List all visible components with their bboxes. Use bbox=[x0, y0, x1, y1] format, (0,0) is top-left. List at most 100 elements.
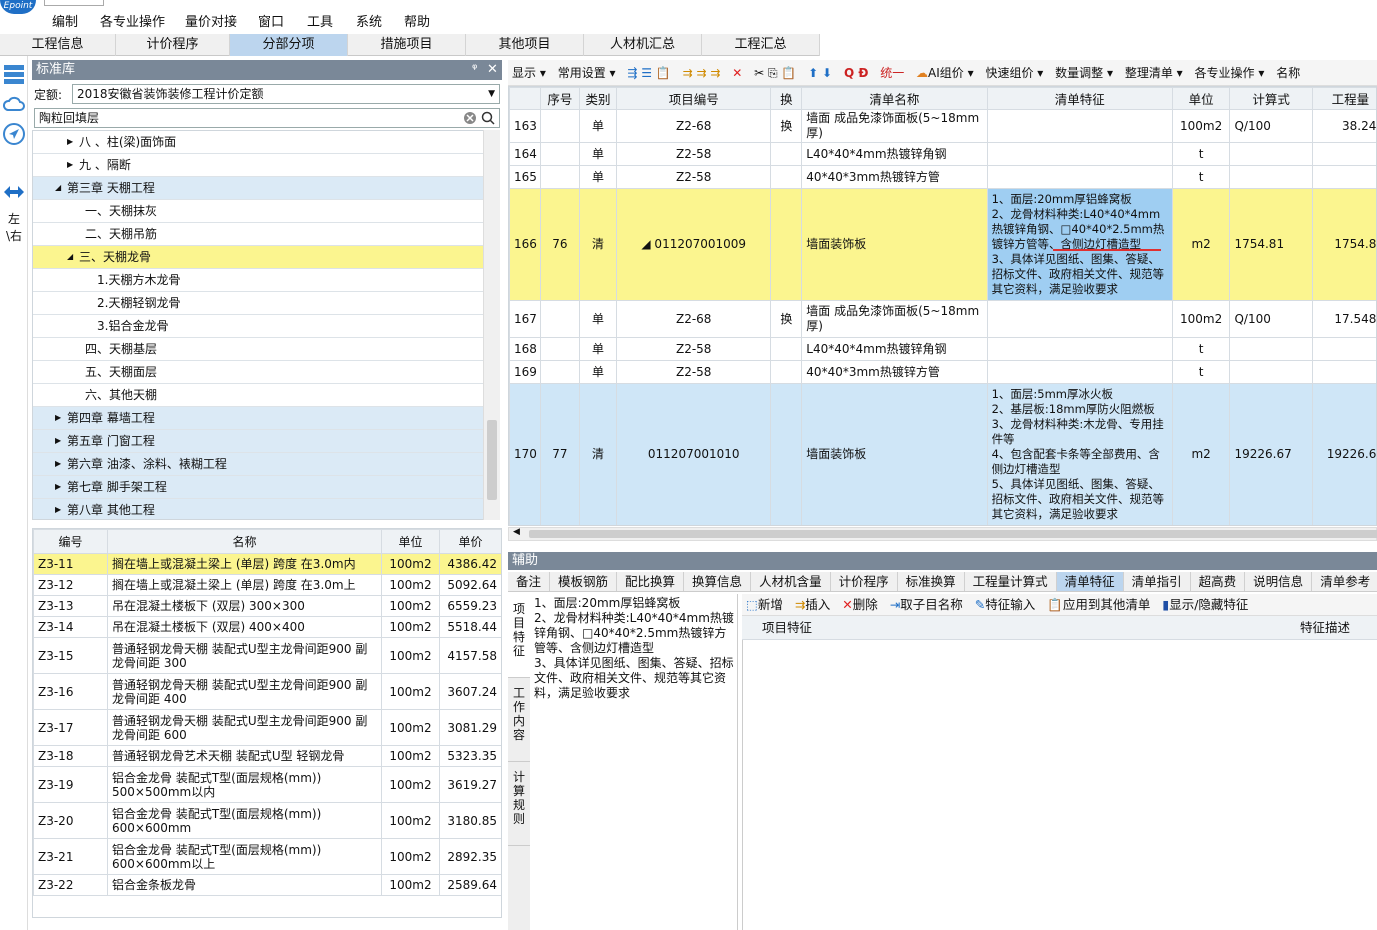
menu-6[interactable]: 帮助 bbox=[404, 14, 430, 32]
col-header[interactable]: 单价 bbox=[439, 529, 501, 554]
table-row[interactable]: Z3-22 铝合金条板龙骨 100m2 2589.64 bbox=[33, 874, 501, 896]
ai-pricing-menu[interactable]: ☁AI组价 ▾ bbox=[912, 60, 978, 85]
scroll-thumb[interactable] bbox=[529, 530, 1377, 538]
delete-icon[interactable]: ✕ bbox=[728, 60, 746, 85]
apply-other-button[interactable]: 📋应用到其他清单 bbox=[1043, 594, 1154, 616]
table-row[interactable]: 170 77 清 011207001010 墙面装饰板 1、面层:5mm厚冰火板 2、基层… bbox=[509, 383, 1376, 525]
aux-tab-8[interactable]: 清单特征 bbox=[1056, 572, 1124, 591]
tree-node[interactable]: ▶ 九 、隔断 bbox=[33, 154, 483, 177]
table-row[interactable]: Z3-14 吊在混凝土楼板下 (双层) 400×400 100m2 5518.44 bbox=[33, 616, 501, 638]
scroll-thumb[interactable] bbox=[487, 420, 497, 500]
feature-text[interactable]: 1、面层:20mm厚铝蜂窝板 2、龙骨材料种类:L40*40*4mm热镀锌角钢、… bbox=[532, 594, 738, 930]
tree-scrollbar[interactable] bbox=[483, 130, 500, 520]
vtab-2[interactable]: 计算规则 bbox=[508, 762, 530, 846]
search-input[interactable]: 陶粒回填层 bbox=[34, 108, 500, 128]
menu-2[interactable]: 量价对接 bbox=[185, 14, 237, 32]
expand-arrow-icon[interactable]: ▶ bbox=[55, 453, 61, 475]
col-header[interactable]: 清单特征 bbox=[986, 87, 1173, 110]
aux-tab-2[interactable]: 配比换算 bbox=[617, 572, 685, 591]
pin-icon[interactable]: ᵠ bbox=[472, 60, 477, 80]
format-icons[interactable]: ⇶ ☰ 📋 bbox=[623, 60, 674, 85]
menu-4[interactable]: 工具 bbox=[307, 14, 333, 32]
clear-icon[interactable] bbox=[463, 111, 477, 125]
tree-node[interactable]: 四、天棚基层 bbox=[33, 338, 483, 361]
scroll-left-icon[interactable]: ◀ bbox=[513, 527, 520, 537]
aux-tab-3[interactable]: 换算信息 bbox=[684, 572, 752, 591]
name-menu[interactable]: 名称 bbox=[1272, 60, 1304, 85]
left-right-arrow-icon[interactable] bbox=[2, 180, 26, 204]
aux-tab-0[interactable]: 备注 bbox=[508, 572, 551, 591]
tree-node[interactable]: 五、天棚面层 bbox=[33, 361, 483, 384]
vtab-1[interactable]: 工作内容 bbox=[508, 678, 530, 762]
tree-node[interactable]: 六、其他天棚 bbox=[33, 384, 483, 407]
table-row[interactable]: Z3-16 普通轻钢龙骨天棚 装配式U型主龙骨间距900 副龙骨间距 400 100… bbox=[33, 673, 501, 710]
tree-node[interactable]: 1.天棚方木龙骨 bbox=[33, 269, 483, 292]
unify-button[interactable]: 统一 bbox=[876, 60, 908, 85]
aux-tab-7[interactable]: 工程量计算式 bbox=[965, 572, 1057, 591]
tree-node[interactable]: ▶ 第八章 其他工程 bbox=[33, 499, 483, 519]
tree-node[interactable]: ◢ 第三章 天棚工程 bbox=[33, 177, 483, 200]
col-header[interactable]: 单位 bbox=[381, 529, 440, 554]
aux-tab-6[interactable]: 标准换算 bbox=[898, 572, 965, 591]
insert-icons[interactable]: ⇉ ⇉ ⇉ bbox=[679, 60, 725, 85]
left-right-label[interactable]: 左\右 bbox=[0, 210, 28, 244]
table-row[interactable]: 165 单Z2-58 40*40*3mm热镀锌方管 t 0 bbox=[509, 165, 1376, 189]
aux-tab-11[interactable]: 说明信息 bbox=[1245, 572, 1313, 591]
col-header[interactable]: 编号 bbox=[33, 529, 108, 554]
aux-tab-4[interactable]: 人材机含量 bbox=[751, 572, 831, 591]
tree-node[interactable]: 2.天棚轻钢龙骨 bbox=[33, 292, 483, 315]
display-menu[interactable]: 显示 ▾ bbox=[508, 60, 550, 85]
delete-button[interactable]: ✕删除 bbox=[838, 594, 882, 616]
table-row[interactable]: Z3-18 普通轻钢龙骨艺术天棚 装配式U型 轻钢龙骨 100m2 5323.35 bbox=[33, 745, 501, 767]
table-row[interactable]: Z3-17 普通轻钢龙骨天棚 装配式U型主龙骨间距900 副龙骨间距 600 100… bbox=[33, 709, 501, 746]
aux-tab-10[interactable]: 超高费 bbox=[1191, 572, 1246, 591]
grid-hscrollbar[interactable]: ◀ bbox=[508, 527, 1377, 541]
dinge-select[interactable]: 2018安徽省装饰装修工程计价定额 ▼ bbox=[72, 84, 500, 104]
expand-arrow-icon[interactable]: ◢ bbox=[67, 246, 73, 268]
col-header[interactable]: 工程量 bbox=[1311, 87, 1376, 110]
insert-button[interactable]: ⇉插入 bbox=[791, 594, 835, 616]
cut-copy-paste-icons[interactable]: ✂ ⎘ 📋 bbox=[750, 60, 800, 85]
tree-node[interactable]: ▶ 第六章 油漆、涂料、裱糊工程 bbox=[33, 453, 483, 476]
col-header[interactable]: 类别 bbox=[578, 87, 618, 110]
quantity-adjust-menu[interactable]: 数量调整 ▾ bbox=[1051, 60, 1117, 85]
table-row[interactable]: 167 单 Z2-68 换墙面 成品免漆饰面板(5~18mm厚) 100m2 Q/100 1… bbox=[509, 300, 1376, 338]
aux-tab-12[interactable]: 清单参考 bbox=[1312, 572, 1377, 591]
table-row[interactable]: 169 单Z2-58 40*40*3mm热镀锌方管 t 0 bbox=[509, 360, 1376, 384]
menu-1[interactable]: 各专业操作 bbox=[100, 14, 165, 32]
code-icons[interactable]: Q Ɖ bbox=[840, 60, 872, 85]
tab-4[interactable]: 其他项目 bbox=[466, 34, 584, 56]
cloud-icon[interactable] bbox=[2, 92, 26, 116]
navigate-icon[interactable] bbox=[2, 122, 26, 146]
expand-arrow-icon[interactable]: ◢ bbox=[55, 177, 61, 199]
table-row[interactable]: Z3-13 吊在混凝土楼板下 (双层) 300×300 100m2 6559.23 bbox=[33, 595, 501, 617]
table-row[interactable]: 168 单Z2-58 L40*40*4mm热镀锌角钢 t 0 bbox=[509, 337, 1376, 361]
close-icon[interactable]: ✕ bbox=[487, 60, 498, 80]
vtab-0[interactable]: 项目特征 bbox=[508, 594, 530, 678]
toggle-feature-button[interactable]: ▮显示/隐藏特征 bbox=[1158, 594, 1252, 616]
expand-arrow-icon[interactable]: ▶ bbox=[55, 430, 61, 452]
col-header[interactable]: 计算式 bbox=[1229, 87, 1313, 110]
tree-node[interactable]: 3.铝合金龙骨 bbox=[33, 315, 483, 338]
menu-3[interactable]: 窗口 bbox=[258, 14, 284, 32]
expand-arrow-icon[interactable]: ▶ bbox=[67, 131, 73, 153]
list-icon[interactable] bbox=[2, 62, 26, 86]
tab-1[interactable]: 计价程序 bbox=[116, 34, 230, 56]
table-row[interactable]: Z3-11 搁在墙上或混凝土梁上 (单层) 跨度 在3.0m内 100m2 4386.… bbox=[33, 553, 501, 575]
aux-tab-5[interactable]: 计价程序 bbox=[831, 572, 898, 591]
tab-0[interactable]: 工程信息 bbox=[0, 34, 116, 56]
move-up-down-icons[interactable]: ⬆ ⬇ bbox=[804, 60, 836, 85]
add-button[interactable]: ⬚新增 bbox=[742, 594, 787, 616]
tab-5[interactable]: 人材机汇总 bbox=[584, 34, 702, 56]
quick-access-bar[interactable] bbox=[44, 0, 104, 6]
expand-arrow-icon[interactable]: ▶ bbox=[67, 154, 73, 176]
aux-tab-9[interactable]: 清单指引 bbox=[1124, 572, 1191, 591]
col-header[interactable]: 项目编号 bbox=[616, 87, 772, 110]
tab-3[interactable]: 措施项目 bbox=[348, 34, 466, 56]
expand-arrow-icon[interactable]: ▶ bbox=[55, 476, 61, 498]
menu-5[interactable]: 系统 bbox=[356, 14, 382, 32]
expand-arrow-icon[interactable]: ▶ bbox=[55, 407, 61, 429]
tree-node[interactable]: 二、天棚吊筋 bbox=[33, 223, 483, 246]
table-row[interactable]: Z3-12 搁在墙上或混凝土梁上 (单层) 跨度 在3.0m上 100m2 5092.… bbox=[33, 574, 501, 596]
quick-pricing-menu[interactable]: 快速组价 ▾ bbox=[981, 60, 1047, 85]
